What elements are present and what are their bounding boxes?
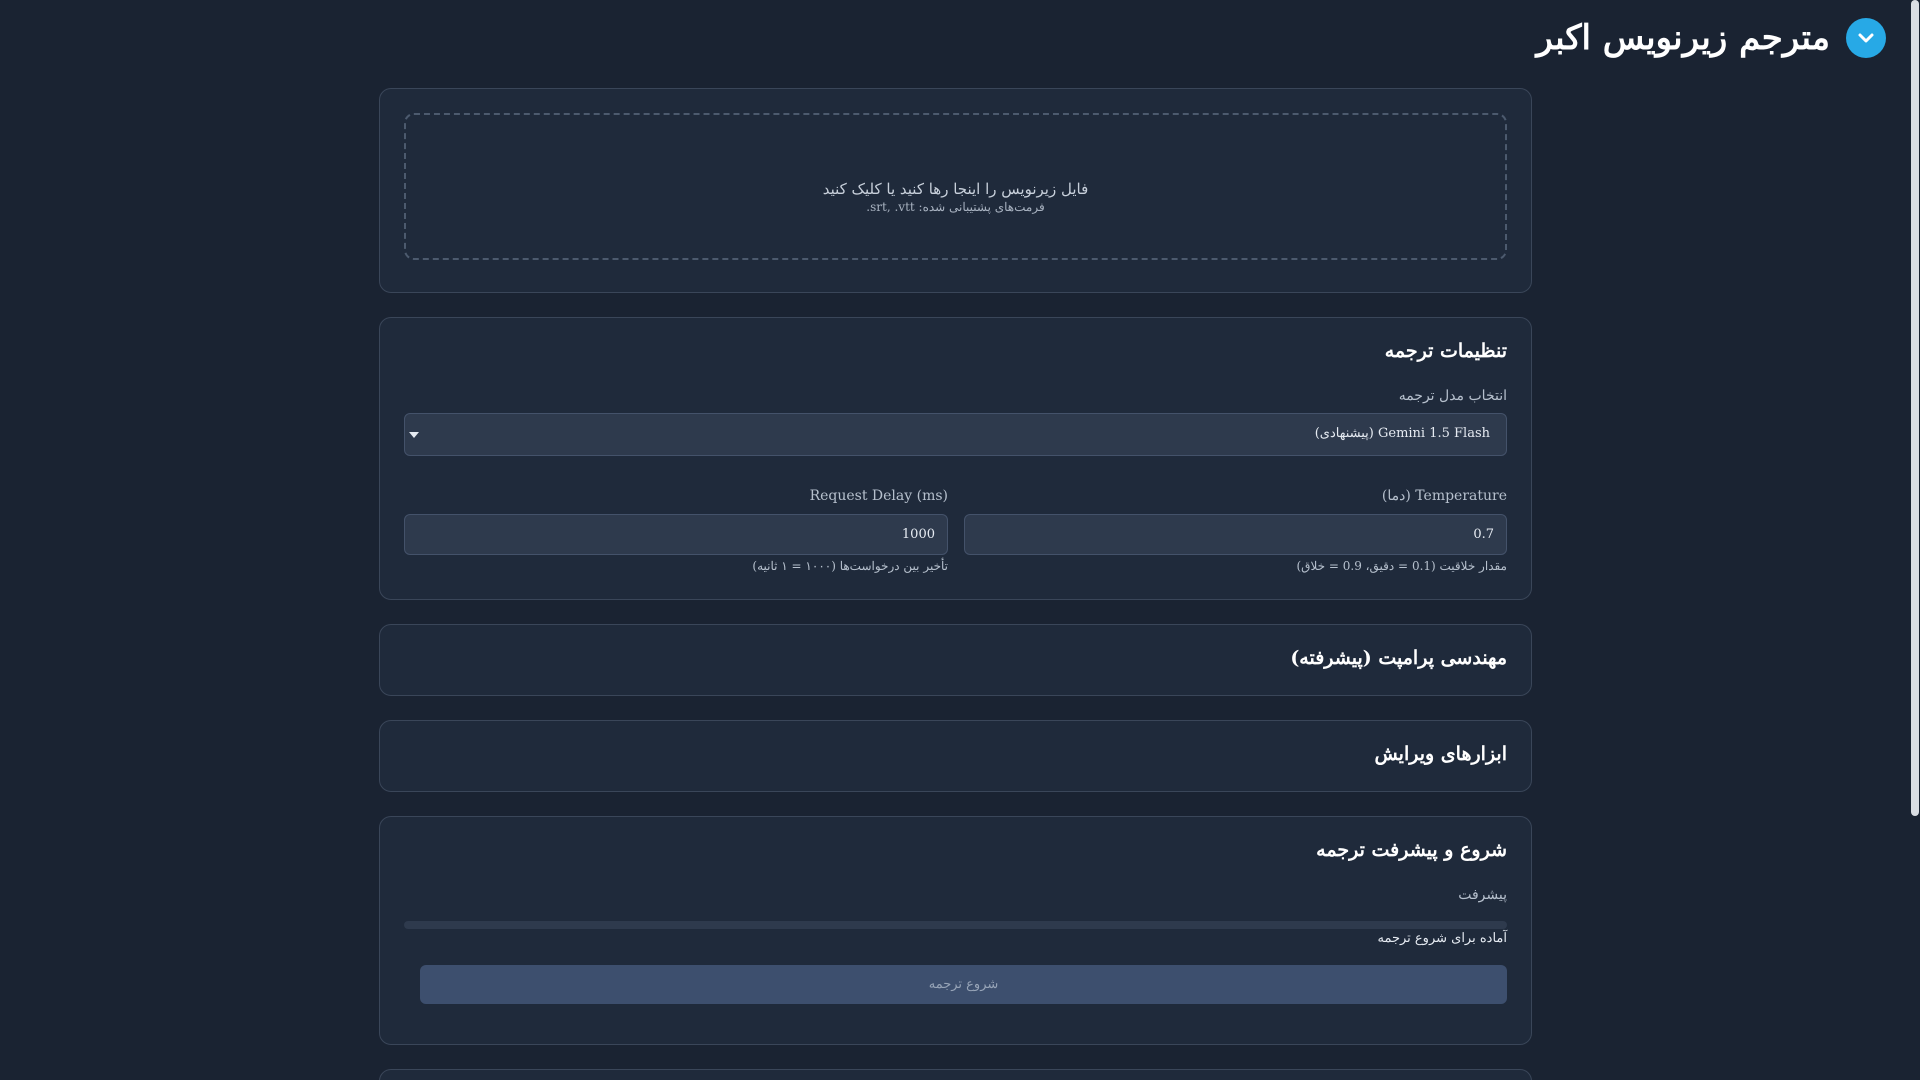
progress-bar bbox=[404, 921, 1507, 929]
upload-card: فایل زیرنویس را اینجا رها کنید یا کلیک ک… bbox=[379, 88, 1532, 293]
scrollbar-thumb[interactable] bbox=[1911, 0, 1919, 816]
edit-tools-title: ابزارهای ویرایش bbox=[1374, 743, 1507, 765]
scrollbar[interactable] bbox=[1910, 0, 1920, 1080]
next-card bbox=[379, 1069, 1532, 1080]
settings-card: تنظیمات ترجمه انتخاب مدل ترجمه Gemini 1.… bbox=[379, 317, 1532, 600]
delay-label: Request Delay (ms) bbox=[809, 488, 948, 504]
caret-down-icon bbox=[409, 432, 419, 438]
logo-button[interactable] bbox=[1846, 18, 1886, 58]
dropzone-text: فایل زیرنویس را اینجا رها کنید یا کلیک ک… bbox=[822, 179, 1089, 198]
temperature-label: Temperature (دما) bbox=[1381, 488, 1507, 504]
model-select-value: Gemini 1.5 Flash (پیشنهادی) bbox=[1314, 426, 1490, 441]
chevron-down-icon bbox=[1858, 33, 1874, 43]
temperature-input[interactable] bbox=[964, 514, 1507, 555]
prompt-engineering-title: مهندسی پرامپت (پیشرفته) bbox=[1290, 647, 1507, 669]
delay-hint: تأخیر بین درخواست‌ها (۱۰۰۰ = ۱ ثانیه) bbox=[752, 559, 948, 573]
delay-input[interactable] bbox=[404, 514, 948, 555]
prompt-engineering-card[interactable]: مهندسی پرامپت (پیشرفته) bbox=[379, 624, 1532, 696]
start-translation-button[interactable]: شروع ترجمه bbox=[420, 965, 1507, 1004]
model-label: انتخاب مدل ترجمه bbox=[1398, 388, 1507, 404]
file-dropzone[interactable]: فایل زیرنویس را اینجا رها کنید یا کلیک ک… bbox=[404, 113, 1507, 260]
progress-title: شروع و پیشرفت ترجمه bbox=[1316, 839, 1507, 861]
temperature-hint: مقدار خلاقیت (0.1 = دقیق، 0.9 = خلاق) bbox=[1296, 559, 1507, 573]
model-select[interactable]: Gemini 1.5 Flash (پیشنهادی) bbox=[404, 413, 1507, 456]
edit-tools-card[interactable]: ابزارهای ویرایش bbox=[379, 720, 1532, 792]
supported-formats: فرمت‌های پشتیبانی شده: srt, .vtt. bbox=[866, 199, 1045, 214]
status-text: آماده برای شروع ترجمه bbox=[1377, 931, 1507, 946]
app-header: مترجم زیرنویس اکبر bbox=[1536, 18, 1886, 58]
progress-card: شروع و پیشرفت ترجمه پیشرفت آماده برای شر… bbox=[379, 816, 1532, 1045]
app-title: مترجم زیرنویس اکبر bbox=[1536, 18, 1830, 58]
progress-label: پیشرفت bbox=[1458, 887, 1507, 903]
settings-title: تنظیمات ترجمه bbox=[1384, 340, 1507, 362]
